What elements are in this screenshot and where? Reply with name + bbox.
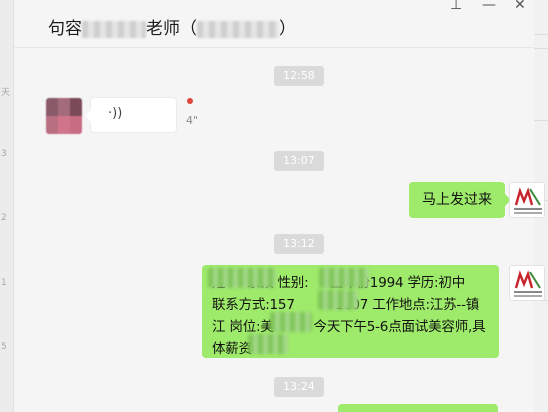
redacted-name bbox=[82, 20, 146, 38]
conversation-list-edge: 天 3 2 1 5 bbox=[0, 0, 14, 412]
list-edge-label: 3 bbox=[1, 149, 7, 159]
voice-message-bubble[interactable]: ·)) bbox=[85, 97, 177, 133]
outgoing-message-bubble[interactable] bbox=[338, 404, 498, 412]
chat-title[interactable]: 句容 老师（ ） bbox=[48, 14, 296, 39]
timestamp: 13:12 bbox=[274, 234, 324, 254]
redacted-region bbox=[319, 268, 369, 288]
message-text: 马上发过来 bbox=[422, 192, 492, 208]
list-edge-label: 5 bbox=[1, 342, 7, 352]
timestamp: 12:58 bbox=[274, 66, 324, 86]
voice-duration: 4" bbox=[186, 114, 199, 127]
list-edge-label: 天 bbox=[1, 88, 11, 98]
unread-dot bbox=[187, 98, 193, 104]
redacted-remark bbox=[197, 20, 279, 38]
list-edge-label: 1 bbox=[1, 278, 7, 288]
timestamp: 13:24 bbox=[274, 377, 324, 397]
redacted-region bbox=[318, 290, 358, 310]
timestamp: 13:07 bbox=[274, 151, 324, 171]
logo-icon bbox=[514, 270, 542, 297]
close-icon[interactable]: ✕ bbox=[514, 0, 526, 12]
my-avatar[interactable] bbox=[509, 182, 545, 218]
logo-icon bbox=[514, 187, 542, 214]
title-suffix: ） bbox=[279, 19, 296, 39]
title-prefix: 句容 bbox=[48, 19, 82, 39]
redacted-region bbox=[208, 268, 276, 288]
redacted-region bbox=[270, 312, 312, 332]
title-middle: 老师（ bbox=[146, 19, 197, 39]
outgoing-message-bubble[interactable]: 姓 家顶 性别: 生年份1994 学历:初中 联系方式:157 1607 工作地… bbox=[202, 265, 499, 358]
my-avatar[interactable] bbox=[509, 265, 545, 301]
outgoing-message-bubble[interactable]: 马上发过来 bbox=[409, 182, 511, 218]
voice-icon: ·)) bbox=[108, 106, 123, 121]
minimize-icon[interactable]: — bbox=[482, 0, 496, 12]
pin-icon[interactable]: ⊥ bbox=[450, 0, 462, 12]
list-edge-label: 2 bbox=[1, 213, 7, 223]
chat-header: 句容 老师（ ） ⊥ — ✕ bbox=[14, 0, 534, 48]
contact-avatar[interactable] bbox=[46, 98, 82, 134]
redacted-region bbox=[248, 334, 288, 354]
